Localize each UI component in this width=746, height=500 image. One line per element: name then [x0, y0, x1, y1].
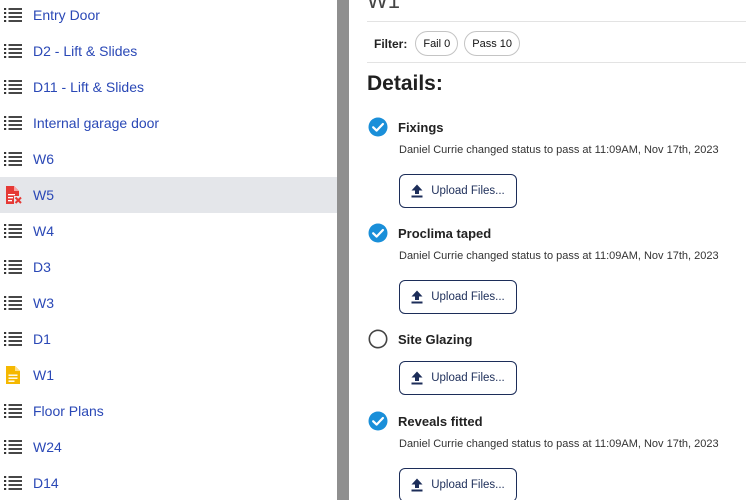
upload-files-label: Upload Files... — [431, 291, 505, 303]
sidebar-item-label: D14 — [33, 475, 59, 491]
list-icon — [4, 294, 22, 312]
document-icon — [4, 366, 22, 384]
sidebar-item-label: W24 — [33, 439, 62, 455]
list-icon — [4, 402, 22, 420]
sidebar: Entry Door D2 - Lift & Slides D11 - Lift &… — [0, 0, 337, 500]
panel-divider[interactable] — [337, 0, 349, 500]
list-icon — [4, 330, 22, 348]
page-title: W1 — [367, 0, 400, 13]
sidebar-item-label: W5 — [33, 187, 54, 203]
sidebar-item[interactable]: Floor Plans — [0, 393, 337, 429]
checklist-item: Proclima taped Daniel Currie changed stat… — [368, 222, 746, 314]
sidebar-item-label: Internal garage door — [33, 115, 160, 131]
sidebar-item-label: D3 — [33, 259, 51, 275]
sidebar-item-label: W6 — [33, 151, 54, 167]
list-icon — [4, 114, 22, 132]
upload-icon — [411, 371, 423, 385]
sidebar-item[interactable]: W3 — [0, 285, 337, 321]
sidebar-item-label: Entry Door — [33, 7, 100, 23]
checklist-item-header: Site Glazing — [368, 328, 746, 350]
upload-files-button[interactable]: Upload Files... — [399, 174, 517, 208]
sidebar-list: Entry Door D2 - Lift & Slides D11 - Lift &… — [0, 0, 337, 500]
checklist-item-label: Site Glazing — [398, 331, 473, 347]
sidebar-item[interactable]: W6 — [0, 141, 337, 177]
checklist-item-header: Reveals fitted — [368, 410, 746, 432]
upload-icon — [411, 290, 423, 304]
checklist-item: Site Glazing Upload Files... — [368, 328, 746, 395]
checklist-item-label: Reveals fitted — [398, 413, 483, 429]
sidebar-item-label: Floor Plans — [33, 403, 104, 419]
sidebar-item[interactable]: D2 - Lift & Slides — [0, 33, 337, 69]
sidebar-item[interactable]: W5 — [0, 177, 337, 213]
checklist-item: Reveals fitted Daniel Currie changed stat… — [368, 410, 746, 500]
sidebar-item[interactable]: D1 — [0, 321, 337, 357]
list-icon — [4, 222, 22, 240]
failed-document-icon — [4, 186, 22, 204]
filter-label: Filter: — [374, 36, 408, 51]
upload-files-label: Upload Files... — [431, 372, 505, 384]
details-title: Details: — [367, 72, 443, 95]
list-icon — [4, 474, 22, 492]
status-history-text: Daniel Currie changed status to pass at … — [399, 144, 719, 156]
checked-circle-icon[interactable] — [368, 223, 388, 243]
checklist-item-label: Proclima taped — [398, 225, 492, 241]
checklist-item-label: Fixings — [398, 119, 444, 135]
list-icon — [4, 6, 22, 24]
checklist-item-header: Proclima taped — [368, 222, 746, 244]
status-history-text: Daniel Currie changed status to pass at … — [399, 438, 719, 450]
main-panel: W1 Filter: Fail 0 Pass 10 Details: Fixin… — [349, 0, 746, 500]
checklist-item: Fixings Daniel Currie changed status to p… — [368, 116, 746, 208]
sidebar-item[interactable]: D14 — [0, 465, 337, 500]
sidebar-item-label: W1 — [33, 367, 54, 383]
sidebar-item[interactable]: Entry Door — [0, 0, 337, 33]
header-divider — [367, 21, 746, 22]
filter-bar: Filter: Fail 0 Pass 10 — [374, 31, 526, 56]
list-icon — [4, 42, 22, 60]
upload-files-button[interactable]: Upload Files... — [399, 468, 517, 500]
sidebar-item[interactable]: W4 — [0, 213, 337, 249]
filter-chip-pass[interactable]: Pass 10 — [464, 31, 520, 56]
sidebar-item[interactable]: D3 — [0, 249, 337, 285]
sidebar-item-label: D2 - Lift & Slides — [33, 43, 138, 59]
list-icon — [4, 78, 22, 96]
upload-files-label: Upload Files... — [431, 479, 505, 491]
sidebar-item[interactable]: W24 — [0, 429, 337, 465]
upload-files-button[interactable]: Upload Files... — [399, 361, 517, 395]
sidebar-item-label: W3 — [33, 295, 54, 311]
sidebar-item[interactable]: D11 - Lift & Slides — [0, 69, 337, 105]
filter-chip-fail[interactable]: Fail 0 — [415, 31, 459, 56]
sidebar-item-label: D1 — [33, 331, 51, 347]
sidebar-item[interactable]: W1 — [0, 357, 337, 393]
upload-icon — [411, 478, 423, 492]
filter-divider — [367, 62, 746, 63]
sidebar-item-label: W4 — [33, 223, 54, 239]
status-history-text: Daniel Currie changed status to pass at … — [399, 250, 719, 262]
unchecked-circle-icon[interactable] — [368, 329, 388, 349]
checklist-item-header: Fixings — [368, 116, 746, 138]
sidebar-item[interactable]: Internal garage door — [0, 105, 337, 141]
list-icon — [4, 438, 22, 456]
upload-files-label: Upload Files... — [431, 185, 505, 197]
list-icon — [4, 258, 22, 276]
upload-icon — [411, 184, 423, 198]
upload-files-button[interactable]: Upload Files... — [399, 280, 517, 314]
sidebar-item-label: D11 - Lift & Slides — [33, 79, 145, 95]
checked-circle-icon[interactable] — [368, 411, 388, 431]
list-icon — [4, 150, 22, 168]
checked-circle-icon[interactable] — [368, 117, 388, 137]
